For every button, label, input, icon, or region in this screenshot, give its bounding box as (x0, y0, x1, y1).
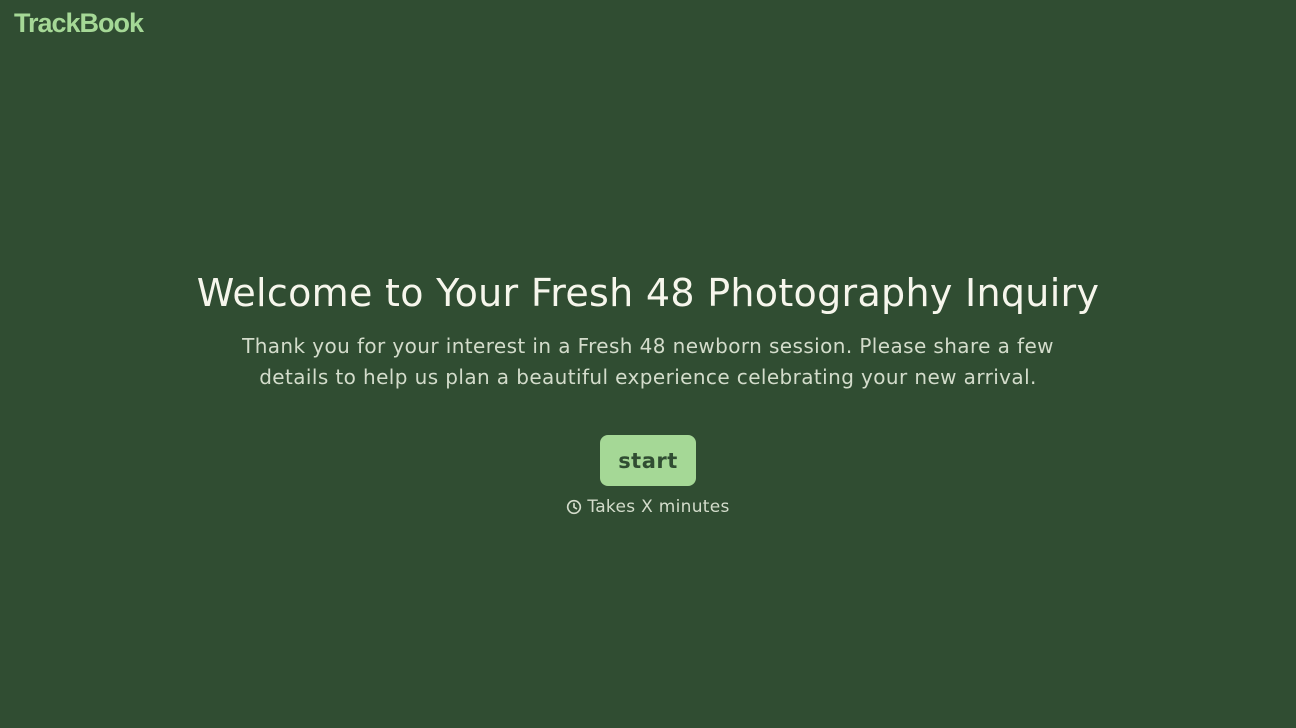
welcome-page: TrackBook Welcome to Your Fresh 48 Photo… (0, 0, 1296, 728)
welcome-panel: Welcome to Your Fresh 48 Photography Inq… (0, 268, 1296, 517)
welcome-description: Thank you for your interest in a Fresh 4… (242, 334, 1054, 389)
clock-icon (566, 499, 582, 515)
trackbook-logo[interactable]: TrackBook (14, 6, 144, 40)
start-button[interactable]: start (600, 435, 696, 486)
page-title: Welcome to Your Fresh 48 Photography Inq… (196, 271, 1100, 315)
duration-note: Takes X minutes (566, 497, 729, 517)
duration-text: Takes X minutes (587, 497, 730, 517)
